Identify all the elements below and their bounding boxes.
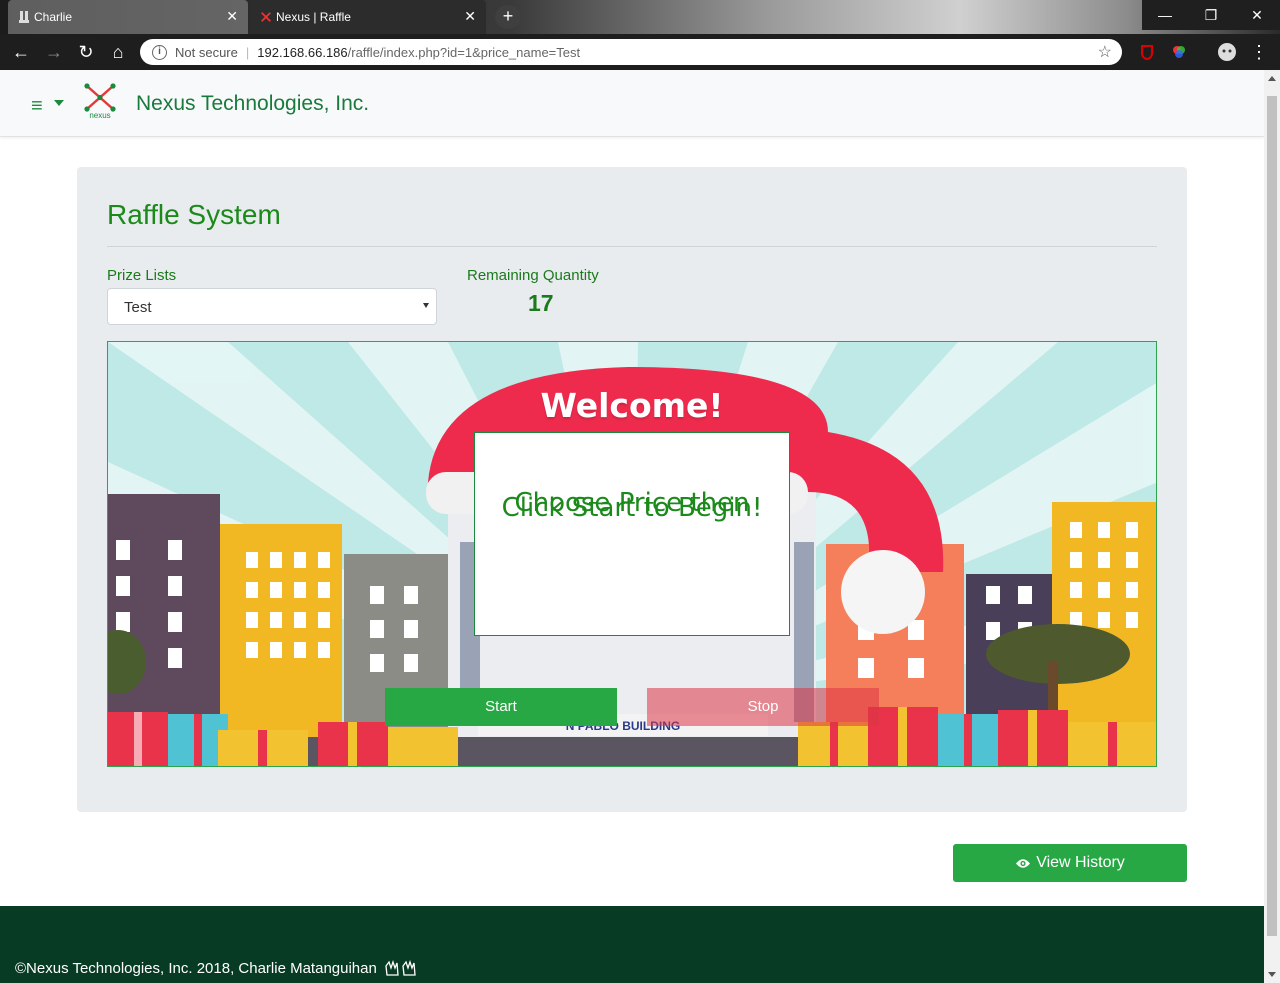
brand-name[interactable]: Nexus Technologies, Inc. xyxy=(136,92,369,116)
tab-close-icon[interactable]: ✕ xyxy=(226,8,238,25)
tab-label: Charlie xyxy=(34,10,73,24)
url-host: 192.168.66.186 xyxy=(257,44,348,60)
tab-label: Nexus | Raffle xyxy=(276,10,351,24)
restore-button[interactable]: ❐ xyxy=(1188,0,1234,30)
separator: | xyxy=(245,44,250,60)
scroll-up-icon[interactable] xyxy=(1268,76,1276,81)
url-path: /raffle/index.php?id=1&price_name=Test xyxy=(347,44,581,60)
dropdown-caret-icon xyxy=(423,303,429,308)
view-history-label: View History xyxy=(1036,854,1125,871)
svg-text:nexus: nexus xyxy=(89,111,110,120)
prize-select-value: Test xyxy=(124,299,152,316)
hamburger-menu-icon[interactable]: ≡ xyxy=(31,95,43,118)
shield-extension-icon[interactable] xyxy=(1139,44,1155,60)
footer-copyright: ©Nexus Technologies, Inc. 2018, Charlie … xyxy=(15,959,418,977)
scroll-down-icon[interactable] xyxy=(1268,972,1276,977)
minimize-button[interactable]: — xyxy=(1142,0,1188,30)
eye-icon xyxy=(1016,858,1031,868)
tab-nexus-raffle[interactable]: Nexus | Raffle ✕ xyxy=(250,0,486,34)
tab-charlie[interactable]: Charlie ✕ xyxy=(8,0,248,34)
prize-list-label: Prize Lists xyxy=(107,267,177,284)
back-icon[interactable]: ← xyxy=(10,41,32,63)
message-line-2: Click Start to Begin! xyxy=(501,493,763,523)
browser-menu-icon[interactable]: ⋮ xyxy=(1248,41,1270,63)
remaining-quantity-label: Remaining Quantity xyxy=(467,267,599,284)
tab-close-icon[interactable]: ✕ xyxy=(464,8,476,25)
home-icon[interactable]: ⌂ xyxy=(107,41,129,63)
profile-avatar-icon[interactable] xyxy=(1217,42,1237,62)
hands-icon xyxy=(385,959,416,976)
color-extension-icon[interactable] xyxy=(1171,44,1187,60)
address-bar[interactable]: i Not secure | 192.168.66.186/raffle/ind… xyxy=(140,39,1122,65)
nexus-logo: nexus xyxy=(84,83,116,120)
page-scrollbar[interactable] xyxy=(1264,70,1280,983)
scroll-thumb[interactable] xyxy=(1267,96,1277,936)
start-button[interactable]: Start xyxy=(385,688,617,726)
remaining-quantity-value: 17 xyxy=(528,290,554,316)
info-icon[interactable]: i xyxy=(152,44,167,60)
chevron-down-icon[interactable] xyxy=(54,100,64,106)
welcome-heading: Welcome! xyxy=(540,386,724,425)
stop-button[interactable]: Stop xyxy=(647,688,879,726)
profile-tab-icon xyxy=(19,11,29,23)
bookmark-star-icon[interactable]: ☆ xyxy=(1098,42,1112,62)
raffle-message-box: Choose Price then Click Start to Begin! xyxy=(474,432,790,636)
nexus-favicon-icon xyxy=(261,12,271,22)
footer-copyright-text: ©Nexus Technologies, Inc. 2018, Charlie … xyxy=(15,960,377,977)
divider xyxy=(107,246,1157,247)
prize-select[interactable]: Test xyxy=(107,288,437,325)
security-label: Not secure xyxy=(175,44,238,60)
page-title: Raffle System xyxy=(107,199,281,230)
forward-icon[interactable]: → xyxy=(43,41,65,63)
view-history-button[interactable]: View History xyxy=(953,844,1187,882)
reload-icon[interactable]: ↻ xyxy=(75,41,97,63)
close-window-button[interactable]: ✕ xyxy=(1234,0,1280,30)
new-tab-button[interactable]: + xyxy=(495,5,521,29)
